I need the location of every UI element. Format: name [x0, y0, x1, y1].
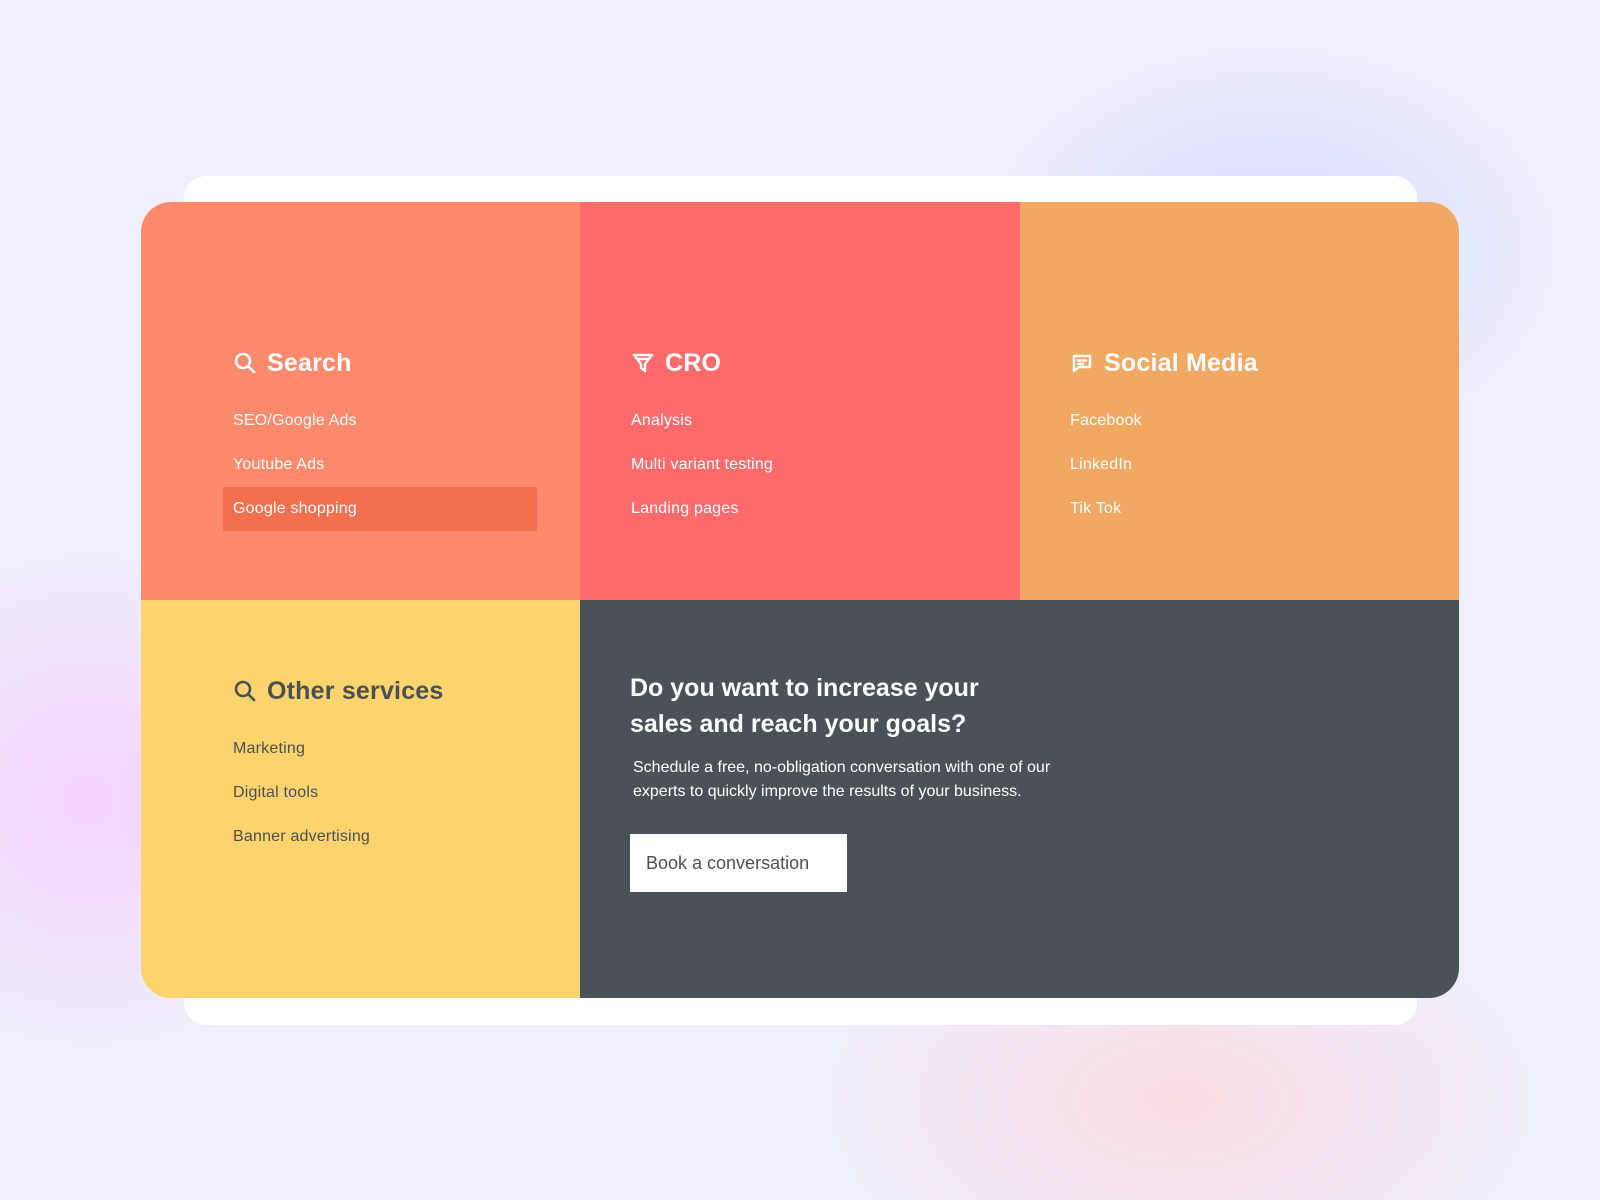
other-services-links: Marketing Digital tools Banner advertisi… [233, 727, 550, 859]
search-title: Search [267, 348, 352, 377]
search-links: SEO/Google Ads Youtube Ads Google shoppi… [223, 399, 550, 531]
social-panel: Social Media Facebook LinkedIn Tik Tok [1020, 202, 1459, 600]
menu-item-tiktok[interactable]: Tik Tok [1070, 487, 1429, 531]
other-services-panel: Other services Marketing Digital tools B… [141, 600, 580, 998]
filter-icon [631, 351, 655, 375]
menu-item-banner-advertising[interactable]: Banner advertising [233, 815, 550, 859]
menu-item-analysis[interactable]: Analysis [631, 399, 990, 443]
menu-item-marketing[interactable]: Marketing [233, 727, 550, 771]
chat-icon [1070, 351, 1094, 375]
menu-item-linkedin[interactable]: LinkedIn [1070, 443, 1429, 487]
social-heading: Social Media [1070, 347, 1429, 379]
other-services-title: Other services [267, 676, 444, 705]
cro-panel: CRO Analysis Multi variant testing Landi… [580, 202, 1020, 600]
search-icon [233, 679, 257, 703]
menu-item-seo-google-ads[interactable]: SEO/Google Ads [233, 399, 550, 443]
search-heading: Search [233, 347, 550, 379]
menu-item-facebook[interactable]: Facebook [1070, 399, 1429, 443]
cta-description: Schedule a free, no-obligation conversat… [633, 759, 1051, 800]
cro-heading: CRO [631, 347, 990, 379]
cta-panel: Do you want to increase your sales and r… [580, 600, 1459, 998]
cro-links: Analysis Multi variant testing Landing p… [631, 399, 990, 531]
other-services-heading: Other services [233, 675, 550, 707]
search-icon [233, 351, 257, 375]
menu-item-youtube-ads[interactable]: Youtube Ads [233, 443, 550, 487]
social-title: Social Media [1104, 348, 1258, 377]
menu-item-multi-variant-testing[interactable]: Multi variant testing [631, 443, 990, 487]
search-panel: Search SEO/Google Ads Youtube Ads Google… [141, 202, 580, 600]
book-conversation-button[interactable]: Book a conversation [630, 834, 847, 892]
menu-item-landing-pages[interactable]: Landing pages [631, 487, 990, 531]
menu-item-digital-tools[interactable]: Digital tools [233, 771, 550, 815]
cta-heading: Do you want to increase your sales and r… [630, 674, 979, 738]
social-links: Facebook LinkedIn Tik Tok [1070, 399, 1429, 531]
cro-title: CRO [665, 348, 722, 377]
menu-item-google-shopping[interactable]: Google shopping [223, 487, 537, 531]
mega-menu: Search SEO/Google Ads Youtube Ads Google… [141, 202, 1459, 998]
